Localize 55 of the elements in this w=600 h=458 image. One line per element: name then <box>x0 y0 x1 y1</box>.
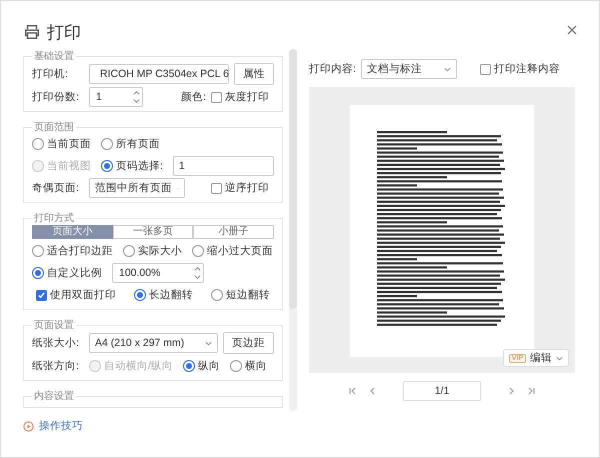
window-title: 打印 <box>47 22 81 44</box>
group-legend: 基础设置 <box>32 49 76 63</box>
field-label: 奇偶页面: <box>32 181 80 195</box>
radio-option[interactable]: 实际大小 <box>123 244 182 258</box>
page-number-field[interactable]: 1/1 <box>403 381 481 401</box>
printer-dropdown[interactable]: RICOH MP C3504ex PCL 6 <box>89 64 229 84</box>
mode-tab[interactable]: 小册子 <box>193 225 274 239</box>
caret-icon <box>556 356 563 360</box>
play-icon <box>23 420 34 432</box>
mode-tab[interactable]: 一张多页 <box>112 225 194 239</box>
field-label: 打印内容: <box>309 62 356 76</box>
radio-option[interactable]: 长边翻转 <box>134 288 193 302</box>
copies-spinner[interactable]: 1 <box>89 87 143 107</box>
radio-option[interactable]: 适合打印边距 <box>32 244 113 258</box>
print-content-dropdown[interactable]: 文档与标注 <box>360 59 457 79</box>
printer-icon <box>23 23 41 41</box>
scrollbar-thumb[interactable] <box>289 49 297 309</box>
radio-option[interactable]: 横向 <box>230 359 267 373</box>
margins-button[interactable]: 页边距 <box>223 332 274 354</box>
caret-icon <box>444 66 451 72</box>
checkmark-icon <box>37 290 46 300</box>
field-label: 打印机: <box>32 67 69 81</box>
paper-size-dropdown[interactable]: A4 (210 x 297 mm) <box>89 333 218 353</box>
scale-spinner[interactable]: 100.00% <box>112 263 204 283</box>
group-legend: 页面范围 <box>32 120 76 134</box>
field-label: 纸张方向: <box>32 359 80 373</box>
field-label: 纸张大小: <box>32 336 80 350</box>
radio-option[interactable]: 自定义比例 <box>32 266 102 280</box>
page-range-input[interactable]: 1 <box>172 156 274 176</box>
close-icon[interactable] <box>567 25 577 35</box>
field-label: 颜色: <box>181 90 206 104</box>
radio-option[interactable]: 短边翻转 <box>211 288 270 302</box>
group-legend: 打印方式 <box>32 211 76 225</box>
last-page-icon[interactable] <box>527 387 535 395</box>
spinner-arrows-icon <box>133 90 140 104</box>
caret-icon <box>205 340 212 346</box>
odd-even-dropdown[interactable]: 范围中所有页面 <box>89 178 185 198</box>
radio-option[interactable]: 缩小过大页面 <box>192 244 273 258</box>
tips-link[interactable]: 操作技巧 <box>39 419 83 433</box>
group-legend: 内容设置 <box>32 389 76 403</box>
reverse-order-checkbox[interactable]: 逆序打印 <box>211 181 269 195</box>
radio-option[interactable]: 当前页面 <box>32 137 91 151</box>
duplex-checkbox[interactable]: 使用双面打印 <box>36 288 116 302</box>
radio-option[interactable]: 所有页面 <box>101 137 160 151</box>
grayscale-checkbox[interactable]: 灰度打印 <box>211 90 269 104</box>
field-label: 打印份数: <box>32 90 80 104</box>
radio-option[interactable]: 页码选择: <box>101 159 163 173</box>
spinner-arrows-icon <box>194 266 201 280</box>
previous-page-icon[interactable] <box>369 387 377 395</box>
next-page-icon[interactable] <box>507 387 515 395</box>
properties-button[interactable]: 属性 <box>234 63 274 85</box>
group-legend: 页面设置 <box>32 318 76 332</box>
first-page-icon[interactable] <box>349 387 357 395</box>
annotations-checkbox[interactable]: 打印注释内容 <box>480 62 560 76</box>
radio-option[interactable]: 纵向 <box>182 359 220 373</box>
